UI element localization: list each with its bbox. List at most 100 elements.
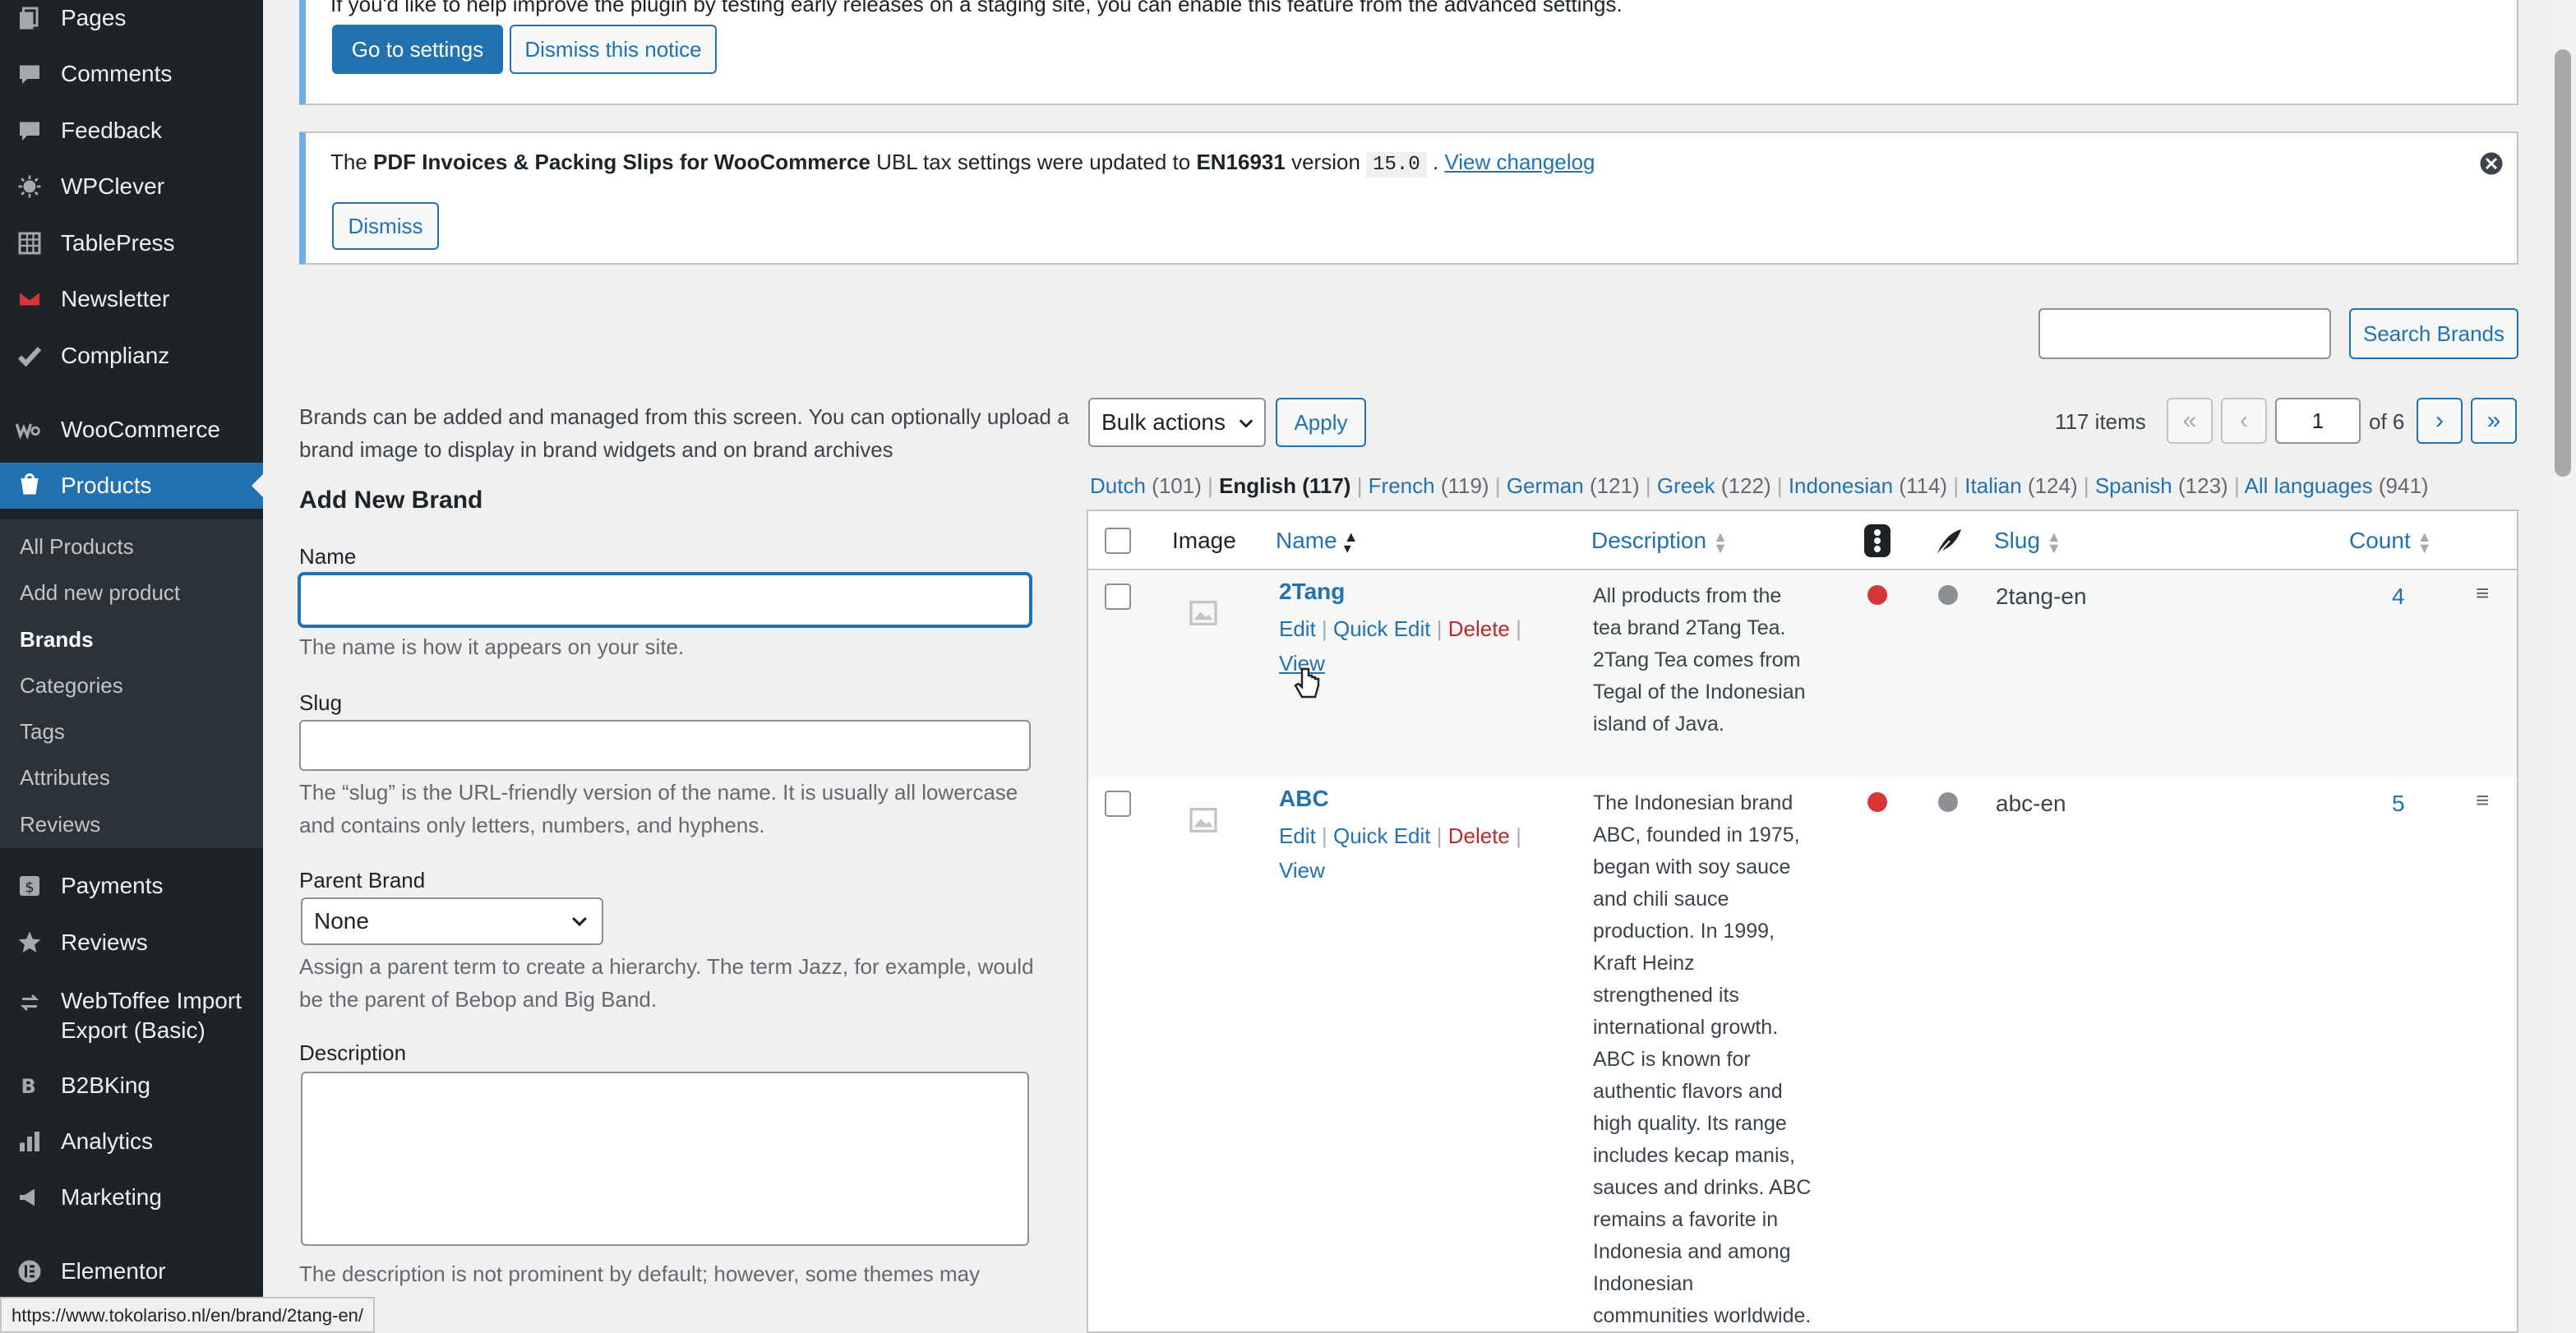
edit-link[interactable]: Edit [1279, 616, 1316, 641]
comments-icon [13, 58, 46, 90]
drag-handle-icon[interactable]: ≡ [2476, 787, 2489, 814]
menu-comments[interactable]: Comments [0, 51, 263, 97]
last-page-button[interactable]: » [2471, 398, 2517, 444]
menu-webtoffee-import-export[interactable]: WebToffee Import Export (Basic) [0, 978, 263, 1047]
search-brands-button[interactable]: Search Brands [2349, 308, 2518, 359]
bulk-actions-select[interactable]: Bulk actions [1088, 398, 1266, 447]
analytics-icon [13, 1125, 46, 1158]
lang-greek-link[interactable]: Greek [1657, 473, 1715, 498]
menu-analytics[interactable]: Analytics [0, 1119, 263, 1165]
menu-feedback[interactable]: Feedback [0, 108, 263, 154]
menu-pages[interactable]: Pages [0, 0, 263, 41]
products-submenu: All Products Add new product Brands Cate… [0, 519, 263, 848]
submenu-tags[interactable]: Tags [20, 719, 65, 745]
view-link[interactable]: View [1279, 858, 1325, 883]
products-icon [13, 469, 46, 502]
admin-sidebar: Pages Comments Feedback WPClever TablePr… [0, 0, 263, 1333]
parent-brand-select[interactable]: None [301, 897, 603, 945]
dismiss-button[interactable]: Dismiss [332, 202, 439, 250]
submenu-categories[interactable]: Categories [20, 673, 123, 699]
lang-all-link[interactable]: All languages [2245, 473, 2373, 498]
mouse-pointer-icon [1292, 666, 1322, 708]
menu-reviews[interactable]: Reviews [0, 920, 263, 966]
items-count: 117 items [2055, 409, 2146, 434]
menu-woocommerce[interactable]: WooCommerce [0, 407, 263, 453]
brand-count-link[interactable]: 4 [2392, 583, 2405, 610]
lang-german-link[interactable]: German [1507, 473, 1584, 498]
go-to-settings-button[interactable]: Go to settings [332, 25, 503, 74]
submenu-reviews[interactable]: Reviews [20, 812, 100, 837]
header-name[interactable]: Name ▲ ▾ [1276, 528, 1359, 556]
next-page-button[interactable]: › [2417, 398, 2463, 444]
readability-status-dot [1938, 585, 1958, 605]
delete-link[interactable]: Delete [1448, 823, 1510, 848]
search-brands-input[interactable] [2038, 308, 2331, 359]
header-description[interactable]: Description ▲ ▼ [1591, 528, 1728, 556]
brands-intro: Brands can be added and managed from thi… [299, 404, 1069, 462]
import-export-icon [13, 986, 46, 1019]
header-count[interactable]: Count ▲ ▼ [2349, 528, 2432, 556]
menu-wpclever[interactable]: WPClever [0, 164, 263, 210]
select-all-checkbox[interactable] [1105, 528, 1131, 554]
lang-italian-link[interactable]: Italian [1964, 473, 2021, 498]
close-notice-icon[interactable] [2479, 151, 2504, 176]
elementor-icon [13, 1255, 46, 1288]
view-changelog-link[interactable]: View changelog [1444, 150, 1595, 174]
first-page-button[interactable]: « [2167, 398, 2213, 444]
lang-dutch-link[interactable]: Dutch [1090, 473, 1146, 498]
lang-french-link[interactable]: French [1369, 473, 1435, 498]
submenu-brands[interactable]: Brands [20, 627, 94, 653]
row-actions: Edit | Quick Edit | Delete | [1279, 823, 1521, 848]
menu-complianz[interactable]: Complianz [0, 333, 263, 379]
edit-link[interactable]: Edit [1279, 823, 1316, 848]
description-label: Description [299, 1040, 407, 1065]
previous-page-button[interactable]: ‹ [2221, 398, 2267, 444]
row-checkbox[interactable] [1105, 791, 1131, 817]
current-page-input[interactable]: 1 [2275, 398, 2361, 444]
brand-count-link[interactable]: 5 [2392, 791, 2405, 817]
pdf-invoices-notice-text: The PDF Invoices & Packing Slips for Woo… [330, 150, 1595, 178]
staging-notice-text: If you'd like to help improve the plugin… [330, 0, 1623, 16]
lang-indonesian-link[interactable]: Indonesian [1789, 473, 1893, 498]
brand-name-link[interactable]: 2Tang [1279, 579, 1345, 605]
header-slug[interactable]: Slug ▲ ▼ [1994, 528, 2061, 556]
lang-english-current[interactable]: English [1219, 473, 1296, 498]
apply-button[interactable]: Apply [1276, 398, 1366, 447]
scrollbar-thumb[interactable] [2555, 49, 2571, 477]
menu-tablepress[interactable]: TablePress [0, 220, 263, 266]
readability-status-dot [1938, 792, 1958, 812]
quick-edit-link[interactable]: Quick Edit [1333, 823, 1431, 848]
menu-b2bking[interactable]: B B2BKing [0, 1063, 263, 1109]
menu-newsletter[interactable]: Newsletter [0, 276, 263, 322]
row-actions-view: View [1279, 858, 1325, 883]
link-status-bar: https://www.tokolariso.nl/en/brand/2tang… [0, 1297, 376, 1333]
name-input[interactable] [299, 574, 1031, 626]
standard-name: EN16931 [1196, 150, 1286, 174]
submenu-attributes[interactable]: Attributes [20, 765, 110, 791]
svg-text:B: B [21, 1075, 36, 1098]
menu-webtoffee-label-line2: Export (Basic) [61, 1017, 205, 1043]
tablepress-icon [13, 227, 46, 260]
menu-marketing[interactable]: Marketing [0, 1174, 263, 1220]
slug-label: Slug [299, 690, 343, 715]
wpclever-icon [13, 170, 46, 203]
menu-payments[interactable]: $ Payments [0, 863, 263, 909]
slug-input[interactable] [299, 720, 1031, 771]
version-code: 15.0 [1366, 152, 1427, 178]
table-header: Image Name ▲ ▾ Description ▲ ▼ Slug ▲ ▼ Count ▲… [1088, 511, 2517, 570]
check-icon [13, 339, 46, 372]
delete-link[interactable]: Delete [1448, 616, 1510, 641]
lang-spanish-link[interactable]: Spanish [2095, 473, 2172, 498]
drag-handle-icon[interactable]: ≡ [2476, 580, 2489, 607]
row-checkbox[interactable] [1105, 583, 1131, 610]
dismiss-notice-button[interactable]: Dismiss this notice [510, 25, 717, 74]
page-scrollbar[interactable] [2550, 0, 2576, 1333]
description-textarea[interactable] [301, 1072, 1029, 1246]
submenu-all-products[interactable]: All Products [20, 534, 134, 560]
menu-products[interactable]: Products [0, 463, 263, 509]
menu-elementor[interactable]: Elementor [0, 1248, 263, 1294]
submenu-add-new-product[interactable]: Add new product [20, 580, 180, 606]
quick-edit-link[interactable]: Quick Edit [1333, 616, 1431, 641]
brand-name-link[interactable]: ABC [1279, 786, 1329, 812]
megaphone-icon [13, 1181, 46, 1214]
